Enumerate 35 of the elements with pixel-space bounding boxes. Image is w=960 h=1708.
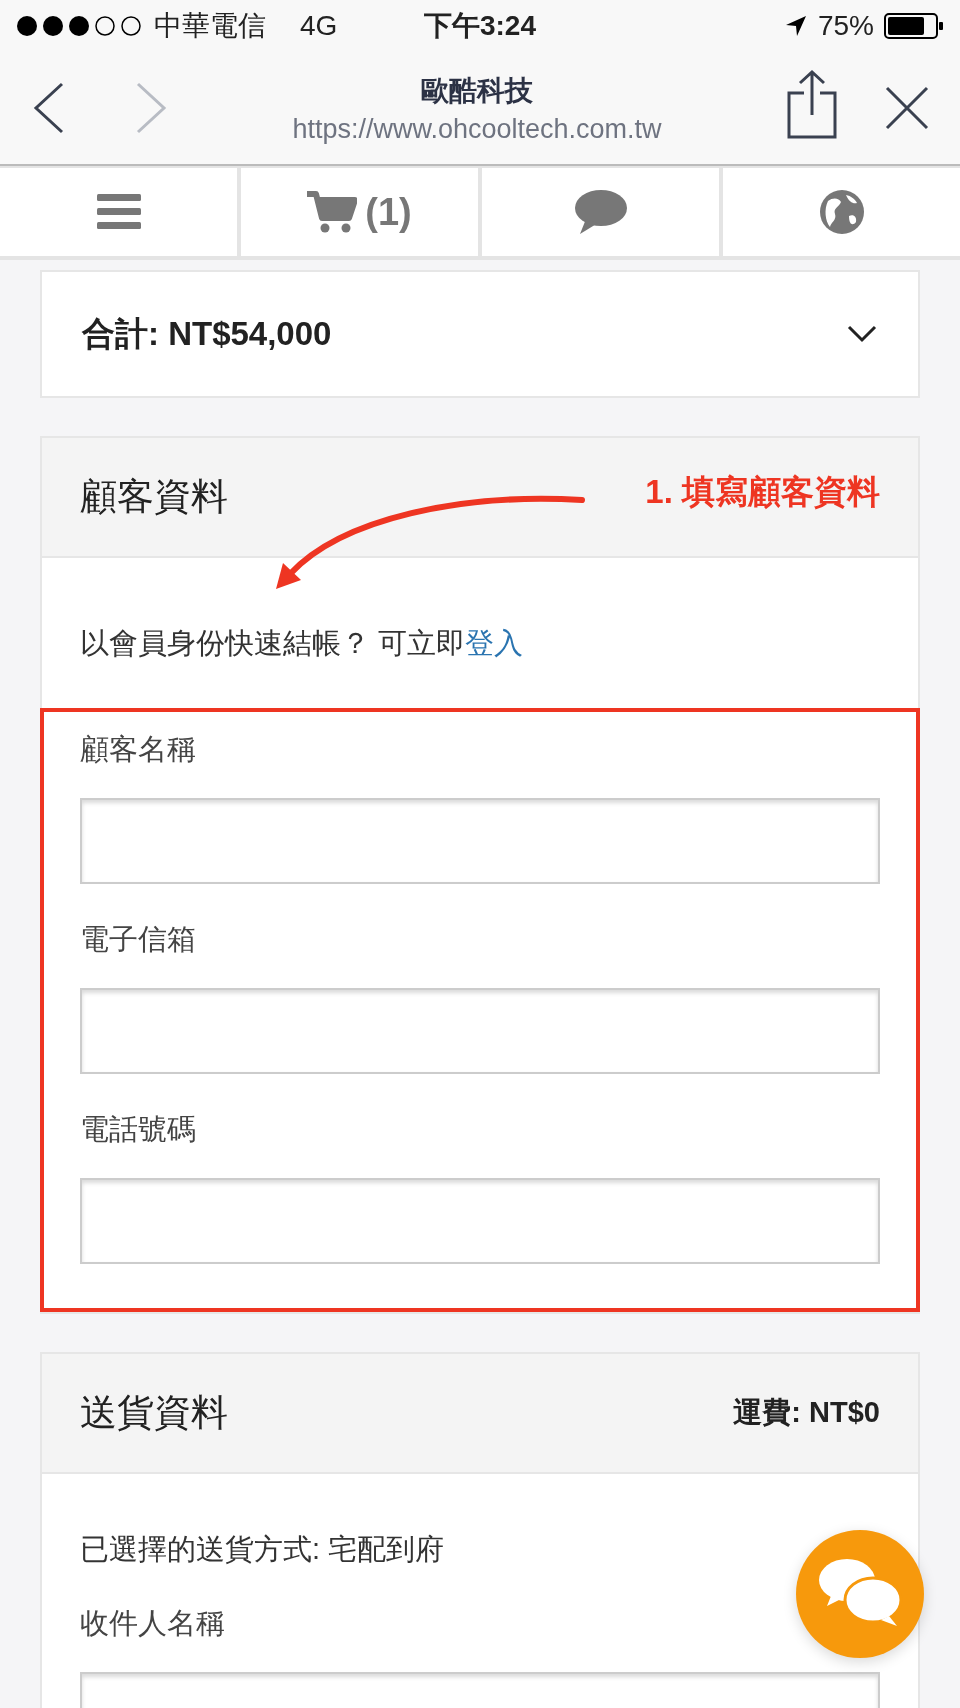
cart-icon [307, 191, 358, 233]
annotation-text: 1. 填寫顧客資料 [645, 471, 880, 512]
globe-button[interactable] [723, 168, 960, 256]
back-button[interactable] [32, 81, 66, 135]
login-link[interactable]: 登入 [465, 627, 524, 659]
section-title: 送貨資料 [80, 1391, 228, 1435]
input-field[interactable] [80, 798, 880, 884]
carrier-name: 中華電信 [154, 9, 266, 43]
page-title: 歐酷科技 [421, 73, 533, 108]
menu-button[interactable] [0, 168, 237, 256]
login-prompt: 以會員身份快速結帳？ 可立即登入 [80, 626, 524, 661]
battery-percent: 75% [817, 10, 874, 42]
input-field[interactable] [80, 988, 880, 1074]
total-card[interactable]: 合計: NT$54,000 [40, 270, 920, 398]
shipping-method: 已選擇的送貨方式: 宅配到府 [80, 1532, 445, 1567]
shipping-fee: 運費: NT$0 [733, 1395, 880, 1430]
field-label: 顧客名稱 [80, 732, 197, 767]
cart-button[interactable]: (1) [241, 168, 478, 256]
input-field[interactable] [80, 1178, 880, 1264]
order-total: 合計: NT$54,000 [82, 313, 332, 354]
chat-button[interactable] [482, 168, 719, 256]
section-title: 顧客資料 [80, 475, 228, 519]
field-label: 電子信箱 [80, 922, 197, 957]
share-button[interactable] [786, 69, 838, 139]
status-time: 下午3:24 [422, 9, 537, 43]
battery-icon [884, 13, 944, 39]
menu-icon [96, 194, 141, 230]
field-label: 收件人名稱 [80, 1606, 226, 1641]
network-type: 4G [300, 10, 338, 42]
close-button[interactable] [884, 85, 930, 131]
speech-bubble-icon [573, 189, 628, 235]
globe-icon [818, 189, 865, 235]
page-url[interactable]: https://www.ohcooltech.com.tw [292, 113, 662, 145]
chevron-icon[interactable] [846, 324, 878, 344]
field-label: 電話號碼 [80, 1112, 197, 1147]
